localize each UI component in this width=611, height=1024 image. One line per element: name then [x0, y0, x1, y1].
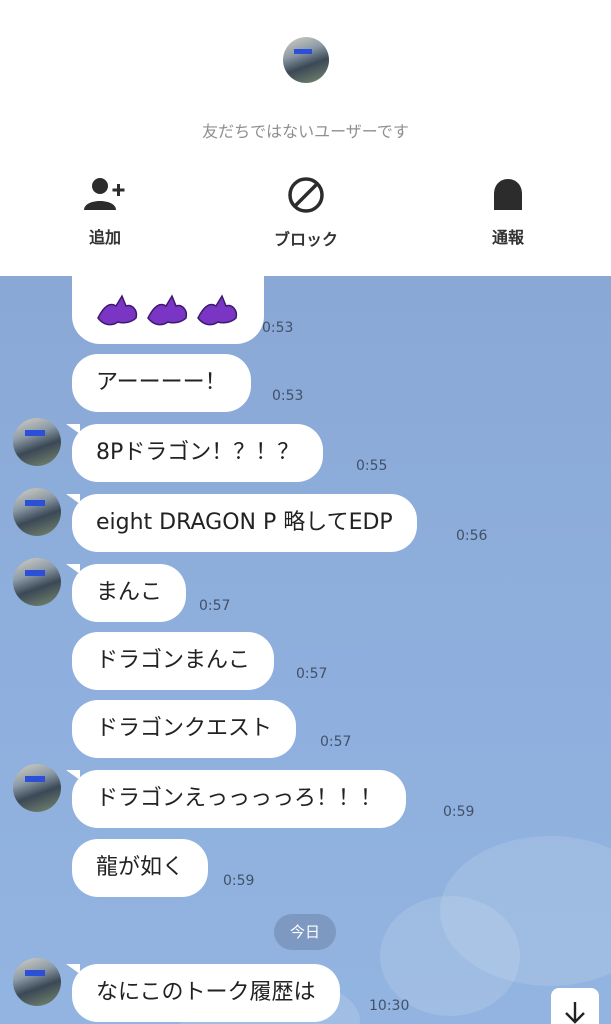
- message-bubble[interactable]: ドラゴンまんこ: [72, 632, 275, 690]
- message-bubble[interactable]: ドラゴンクエスト: [72, 700, 297, 758]
- add-friend-button[interactable]: 追加: [45, 176, 165, 248]
- message-time: 0:57: [199, 598, 231, 614]
- dragon-icon: [197, 294, 238, 326]
- arrow-down-icon: [565, 1002, 585, 1024]
- sender-avatar[interactable]: [13, 488, 61, 536]
- message-bubble[interactable]: 龍が如く: [72, 839, 209, 897]
- report-button[interactable]: 通報: [448, 176, 568, 248]
- add-label: 追加: [88, 228, 121, 247]
- message-time: 0:57: [320, 734, 352, 750]
- message-bubble[interactable]: なにこのトーク履歴は: [72, 964, 340, 1022]
- sender-avatar[interactable]: [13, 764, 61, 812]
- sender-avatar[interactable]: [13, 558, 61, 606]
- dragon-emoji-row: [96, 292, 240, 328]
- message-bubble[interactable]: 8Pドラゴン！？！？: [72, 424, 324, 482]
- message-time: 0:57: [296, 666, 328, 682]
- sender-avatar[interactable]: [13, 958, 61, 1006]
- date-separator: 今日: [274, 914, 336, 950]
- message-time: 0:55: [356, 458, 388, 474]
- message-bubble[interactable]: [72, 276, 264, 344]
- message-time: 10:30: [369, 998, 410, 1014]
- block-icon: [288, 177, 324, 213]
- message-time: 0:53: [272, 388, 304, 404]
- dragon-icon: [97, 294, 138, 326]
- message-time: 0:59: [443, 804, 475, 820]
- block-button[interactable]: ブロック: [246, 176, 366, 250]
- message-time: 0:59: [223, 873, 255, 889]
- block-label: ブロック: [273, 230, 338, 249]
- message-time: 0:53: [262, 320, 294, 336]
- report-label: 通報: [491, 228, 524, 247]
- profile-avatar[interactable]: [283, 37, 329, 83]
- sender-avatar[interactable]: [13, 418, 61, 466]
- not-friend-notice: 友だちではないユーザーです: [202, 122, 409, 141]
- chat-area[interactable]: 0:53 アーーーー！ 0:53 8Pドラゴン！？！？ 0:55 eight D…: [0, 276, 611, 1024]
- message-bubble[interactable]: ドラゴンえっっっっろ！！！: [72, 770, 407, 828]
- message-bubble[interactable]: まんこ: [72, 564, 187, 622]
- message-time: 0:56: [456, 528, 488, 544]
- dragon-icon: [147, 294, 188, 326]
- report-bell-icon: [494, 179, 522, 210]
- person-plus-icon: [84, 178, 125, 210]
- message-bubble[interactable]: アーーーー！: [72, 354, 251, 412]
- profile-header: 友だちではないユーザーです 追加 ブロック 通報: [0, 0, 611, 276]
- message-bubble[interactable]: eight DRAGON P 略してEDP: [72, 494, 417, 552]
- scroll-to-bottom-button[interactable]: [551, 988, 599, 1024]
